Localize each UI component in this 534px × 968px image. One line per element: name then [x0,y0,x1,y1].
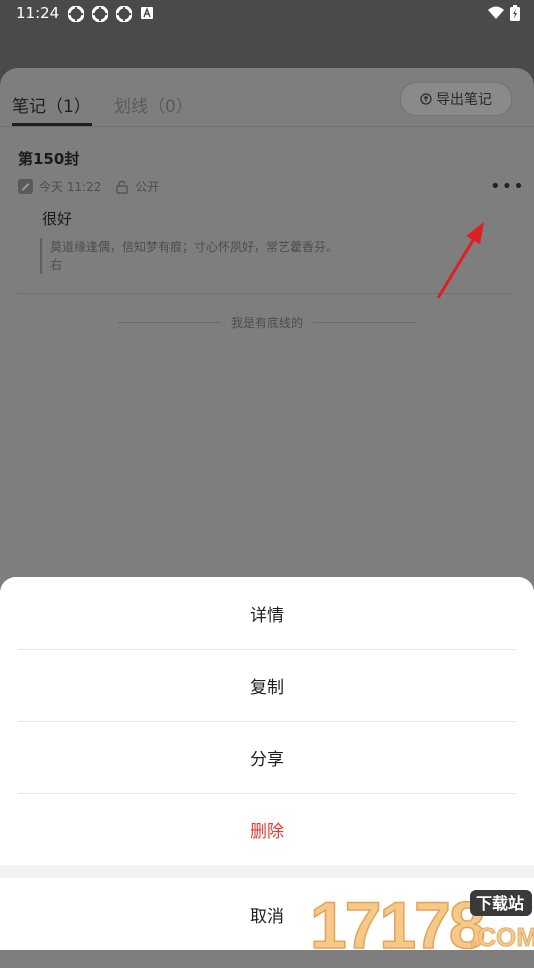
copy-button[interactable]: 复制 [0,649,534,721]
delete-button[interactable]: 删除 [0,793,534,865]
svg-text:.COM: .COM [470,922,534,950]
share-button[interactable]: 分享 [0,721,534,793]
watermark-logo: 17178 下载站 .COM [309,887,534,950]
arrow-annotation-more [436,222,484,299]
svg-text:下载站: 下载站 [476,894,524,913]
svg-text:17178: 17178 [310,888,484,950]
action-menu: 详情 复制 分享 删除 [0,577,534,865]
details-button[interactable]: 详情 [0,577,534,649]
